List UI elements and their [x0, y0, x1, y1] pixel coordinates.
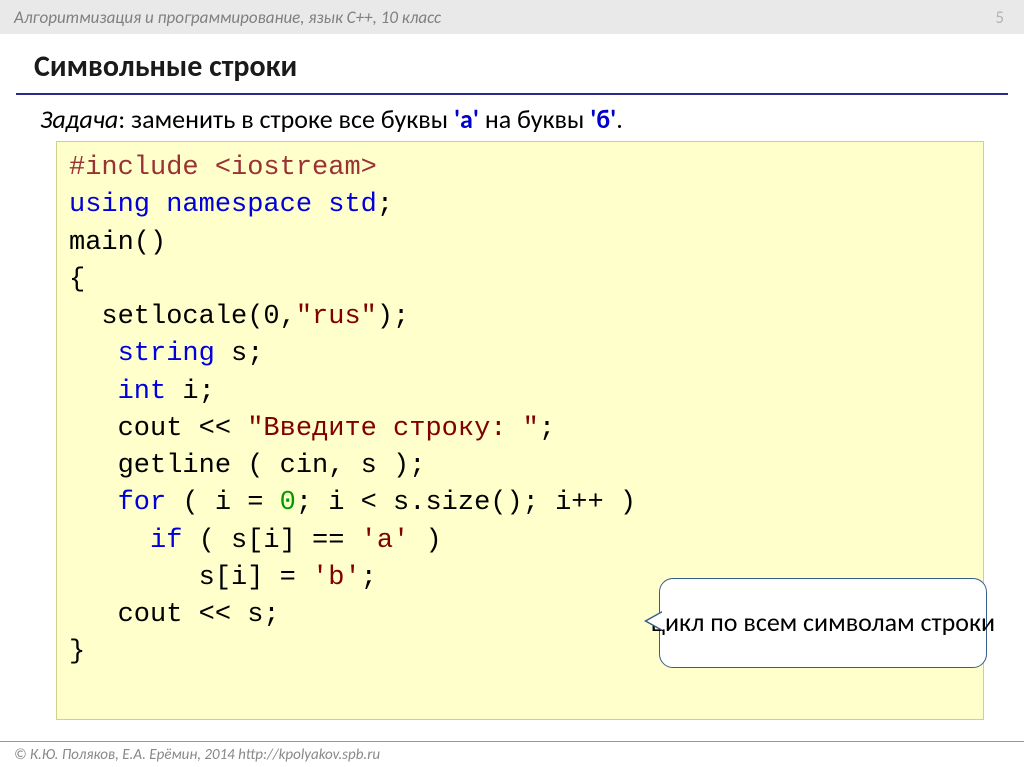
code-token: cout << s;: [69, 600, 280, 630]
code-token: #include: [69, 153, 215, 183]
code-block: #include <iostream> using namespace std;…: [56, 141, 984, 720]
task-text-2: на буквы: [479, 103, 590, 135]
task-char-a: 'а': [454, 103, 479, 135]
code-token: if: [150, 526, 182, 556]
code-token: cout <<: [69, 414, 247, 444]
callout-bubble: цикл по всем символам строки: [659, 578, 987, 668]
task-text-3: .: [616, 103, 623, 135]
task-text-1: : заменить в строке все буквы: [118, 103, 454, 135]
code-token: using: [69, 190, 150, 220]
code-token: [69, 377, 118, 407]
code-token: );: [377, 302, 409, 332]
code-token: ; i < s.size(); i++ ): [296, 488, 636, 518]
code-token: }: [69, 637, 85, 667]
code-token: [69, 488, 118, 518]
task-char-b: 'б': [590, 103, 616, 135]
code-token: 'а': [361, 526, 410, 556]
code-token: std: [328, 190, 377, 220]
code-token: [69, 526, 150, 556]
course-label: Алгоритмизация и программирование, язык …: [14, 7, 441, 28]
code-token: "rus": [296, 302, 377, 332]
code-token: "Введите строку: ": [247, 414, 539, 444]
code-token: 0: [280, 488, 296, 518]
page-number: 5: [995, 7, 1010, 28]
code-token: getline ( cin, s );: [69, 451, 425, 481]
code-token: ): [409, 526, 458, 556]
code-token: {: [69, 265, 85, 295]
code-token: s[i] =: [69, 563, 312, 593]
code-token: i;: [166, 377, 215, 407]
code-token: ;: [539, 414, 555, 444]
code-token: ;: [377, 190, 393, 220]
slide-title: Символьные строки: [0, 34, 1024, 93]
footer-text: © К.Ю. Поляков, Е.А. Ерёмин, 2014 http:/…: [14, 746, 380, 764]
task-label: Задача: [40, 103, 118, 135]
code-token: main(): [69, 228, 166, 258]
code-token: int: [118, 377, 167, 407]
code-token: ;: [361, 563, 377, 593]
code-token: <iostream>: [215, 153, 377, 183]
code-token: setlocale(0,: [69, 302, 296, 332]
code-token: s;: [215, 339, 264, 369]
header-bar: Алгоритмизация и программирование, язык …: [0, 0, 1024, 34]
code-token: ( i =: [166, 488, 279, 518]
code-token: ( s[i] ==: [182, 526, 360, 556]
footer-bar: © К.Ю. Поляков, Е.А. Ерёмин, 2014 http:/…: [0, 741, 1024, 767]
code-token: string: [118, 339, 215, 369]
code-token: for: [118, 488, 167, 518]
callout-text: цикл по всем символам строки: [651, 608, 995, 638]
code-token: [69, 339, 118, 369]
code-token: namespace: [150, 190, 328, 220]
task-description: Задача: заменить в строке все буквы 'а' …: [0, 95, 1024, 141]
code-token: 'b': [312, 563, 361, 593]
